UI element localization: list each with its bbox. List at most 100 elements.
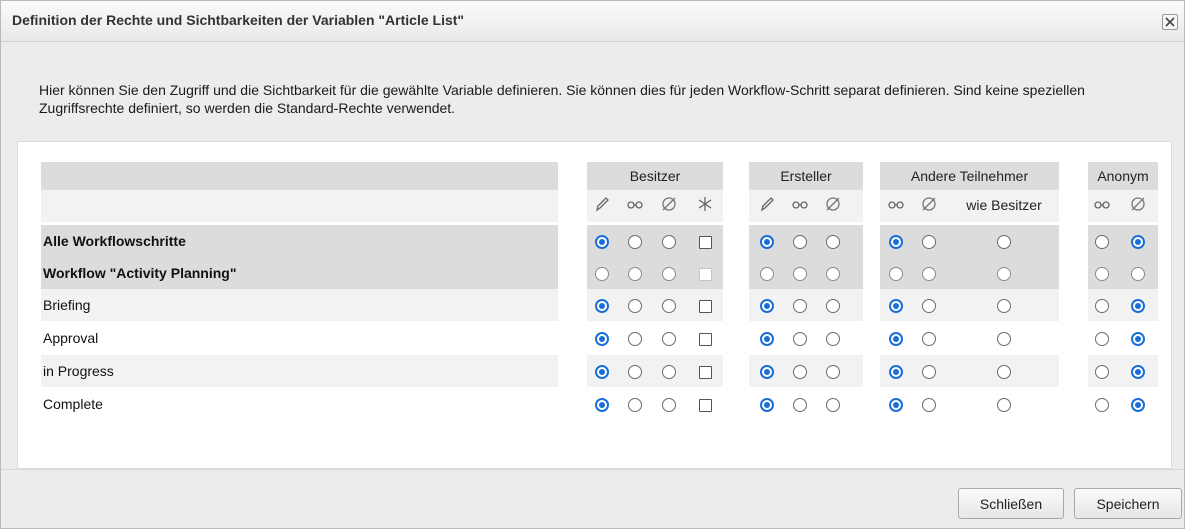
anonym-hidden-radio[interactable] — [1131, 235, 1145, 249]
besitzer-star-checkbox[interactable] — [699, 399, 712, 412]
besitzer-hidden-radio[interactable] — [662, 267, 676, 281]
ersteller-view-radio[interactable] — [793, 267, 807, 281]
row-label: Workflow "Activity Planning" — [43, 265, 237, 281]
anonym-hidden-radio[interactable] — [1131, 332, 1145, 346]
andere-same-radio[interactable] — [997, 332, 1011, 346]
andere-same-radio[interactable] — [997, 267, 1011, 281]
anonym-hidden-radio[interactable] — [1131, 398, 1145, 412]
besitzer-star-checkbox[interactable] — [699, 333, 712, 346]
besitzer-star-checkbox[interactable] — [699, 366, 712, 379]
ersteller-view-radio[interactable] — [793, 365, 807, 379]
ersteller-hidden-radio[interactable] — [826, 398, 840, 412]
andere-view-radio[interactable] — [889, 365, 903, 379]
header-bar-left — [41, 162, 558, 190]
besitzer-view-radio[interactable] — [628, 398, 642, 412]
andere-view-radio[interactable] — [889, 235, 903, 249]
andere-hidden-radio[interactable] — [922, 267, 936, 281]
besitzer-view-radio[interactable] — [628, 365, 642, 379]
ersteller-hidden-radio[interactable] — [826, 299, 840, 313]
row-label: Alle Workflowschritte — [43, 233, 186, 249]
ersteller-edit-radio[interactable] — [760, 332, 774, 346]
row-background — [880, 257, 1059, 289]
anonym-hidden-radio[interactable] — [1131, 267, 1145, 281]
anonym-view-radio[interactable] — [1095, 299, 1109, 313]
edit-pencil-icon — [595, 197, 609, 212]
besitzer-star-checkbox[interactable] — [699, 268, 712, 281]
andere-hidden-radio[interactable] — [922, 299, 936, 313]
ersteller-edit-radio[interactable] — [760, 299, 774, 313]
subheader-bar-left — [41, 190, 558, 222]
row-label: Briefing — [43, 297, 91, 313]
glasses-view-icon — [627, 201, 643, 209]
besitzer-view-radio[interactable] — [628, 235, 642, 249]
close-dialog-button[interactable]: Schließen — [958, 488, 1064, 519]
ersteller-edit-radio[interactable] — [760, 398, 774, 412]
row-background — [880, 355, 1059, 387]
ersteller-edit-radio[interactable] — [760, 267, 774, 281]
ersteller-hidden-radio[interactable] — [826, 365, 840, 379]
dialog-titlebar: Definition der Rechte und Sichtbarkeiten… — [1, 1, 1184, 42]
andere-same-radio[interactable] — [997, 365, 1011, 379]
andere-view-radio[interactable] — [889, 267, 903, 281]
invisible-eye-icon — [826, 197, 840, 211]
group-label-0: Besitzer — [629, 168, 681, 184]
besitzer-star-checkbox[interactable] — [699, 300, 712, 313]
ersteller-view-radio[interactable] — [793, 235, 807, 249]
andere-same-radio[interactable] — [997, 235, 1011, 249]
ersteller-hidden-radio[interactable] — [826, 267, 840, 281]
close-button[interactable] — [1162, 14, 1178, 30]
wie-besitzer-label: wie Besitzer — [966, 197, 1042, 213]
anonym-hidden-radio[interactable] — [1131, 365, 1145, 379]
ersteller-edit-radio[interactable] — [760, 365, 774, 379]
ersteller-view-radio[interactable] — [793, 299, 807, 313]
anonym-view-radio[interactable] — [1095, 365, 1109, 379]
anonym-view-radio[interactable] — [1095, 398, 1109, 412]
besitzer-hidden-radio[interactable] — [662, 365, 676, 379]
besitzer-hidden-radio[interactable] — [662, 332, 676, 346]
glasses-view-icon — [792, 201, 808, 209]
besitzer-edit-radio[interactable] — [595, 398, 609, 412]
ersteller-edit-radio[interactable] — [760, 235, 774, 249]
anonym-hidden-radio[interactable] — [1131, 299, 1145, 313]
anonym-view-radio[interactable] — [1095, 267, 1109, 281]
besitzer-star-checkbox[interactable] — [699, 236, 712, 249]
besitzer-edit-radio[interactable] — [595, 332, 609, 346]
andere-hidden-radio[interactable] — [922, 332, 936, 346]
andere-same-radio[interactable] — [997, 398, 1011, 412]
andere-view-radio[interactable] — [889, 299, 903, 313]
besitzer-edit-radio[interactable] — [595, 267, 609, 281]
andere-view-radio[interactable] — [889, 398, 903, 412]
anonym-view-radio[interactable] — [1095, 235, 1109, 249]
andere-hidden-radio[interactable] — [922, 365, 936, 379]
andere-hidden-radio[interactable] — [922, 235, 936, 249]
row-background — [41, 388, 558, 420]
besitzer-edit-radio[interactable] — [595, 299, 609, 313]
besitzer-edit-radio[interactable] — [595, 235, 609, 249]
andere-view-radio[interactable] — [889, 332, 903, 346]
group-label-1: Ersteller — [780, 168, 832, 184]
besitzer-hidden-radio[interactable] — [662, 398, 676, 412]
ersteller-hidden-radio[interactable] — [826, 332, 840, 346]
besitzer-hidden-radio[interactable] — [662, 235, 676, 249]
besitzer-edit-radio[interactable] — [595, 365, 609, 379]
besitzer-hidden-radio[interactable] — [662, 299, 676, 313]
besitzer-view-radio[interactable] — [628, 299, 642, 313]
glasses-view-icon — [888, 201, 904, 209]
save-button[interactable]: Speichern — [1074, 488, 1182, 519]
row-background — [880, 388, 1059, 420]
close-x-icon — [1165, 17, 1175, 27]
ersteller-hidden-radio[interactable] — [826, 235, 840, 249]
row-label: Approval — [43, 330, 99, 346]
andere-same-radio[interactable] — [997, 299, 1011, 313]
row-background — [41, 289, 558, 321]
intro-text: Hier können Sie den Zugriff und die Sich… — [39, 82, 1085, 116]
ersteller-view-radio[interactable] — [793, 398, 807, 412]
besitzer-view-radio[interactable] — [628, 332, 642, 346]
row-background — [41, 322, 558, 354]
invisible-eye-icon — [922, 197, 936, 211]
andere-hidden-radio[interactable] — [922, 398, 936, 412]
anonym-view-radio[interactable] — [1095, 332, 1109, 346]
ersteller-view-radio[interactable] — [793, 332, 807, 346]
row-background — [880, 322, 1059, 354]
besitzer-view-radio[interactable] — [628, 267, 642, 281]
